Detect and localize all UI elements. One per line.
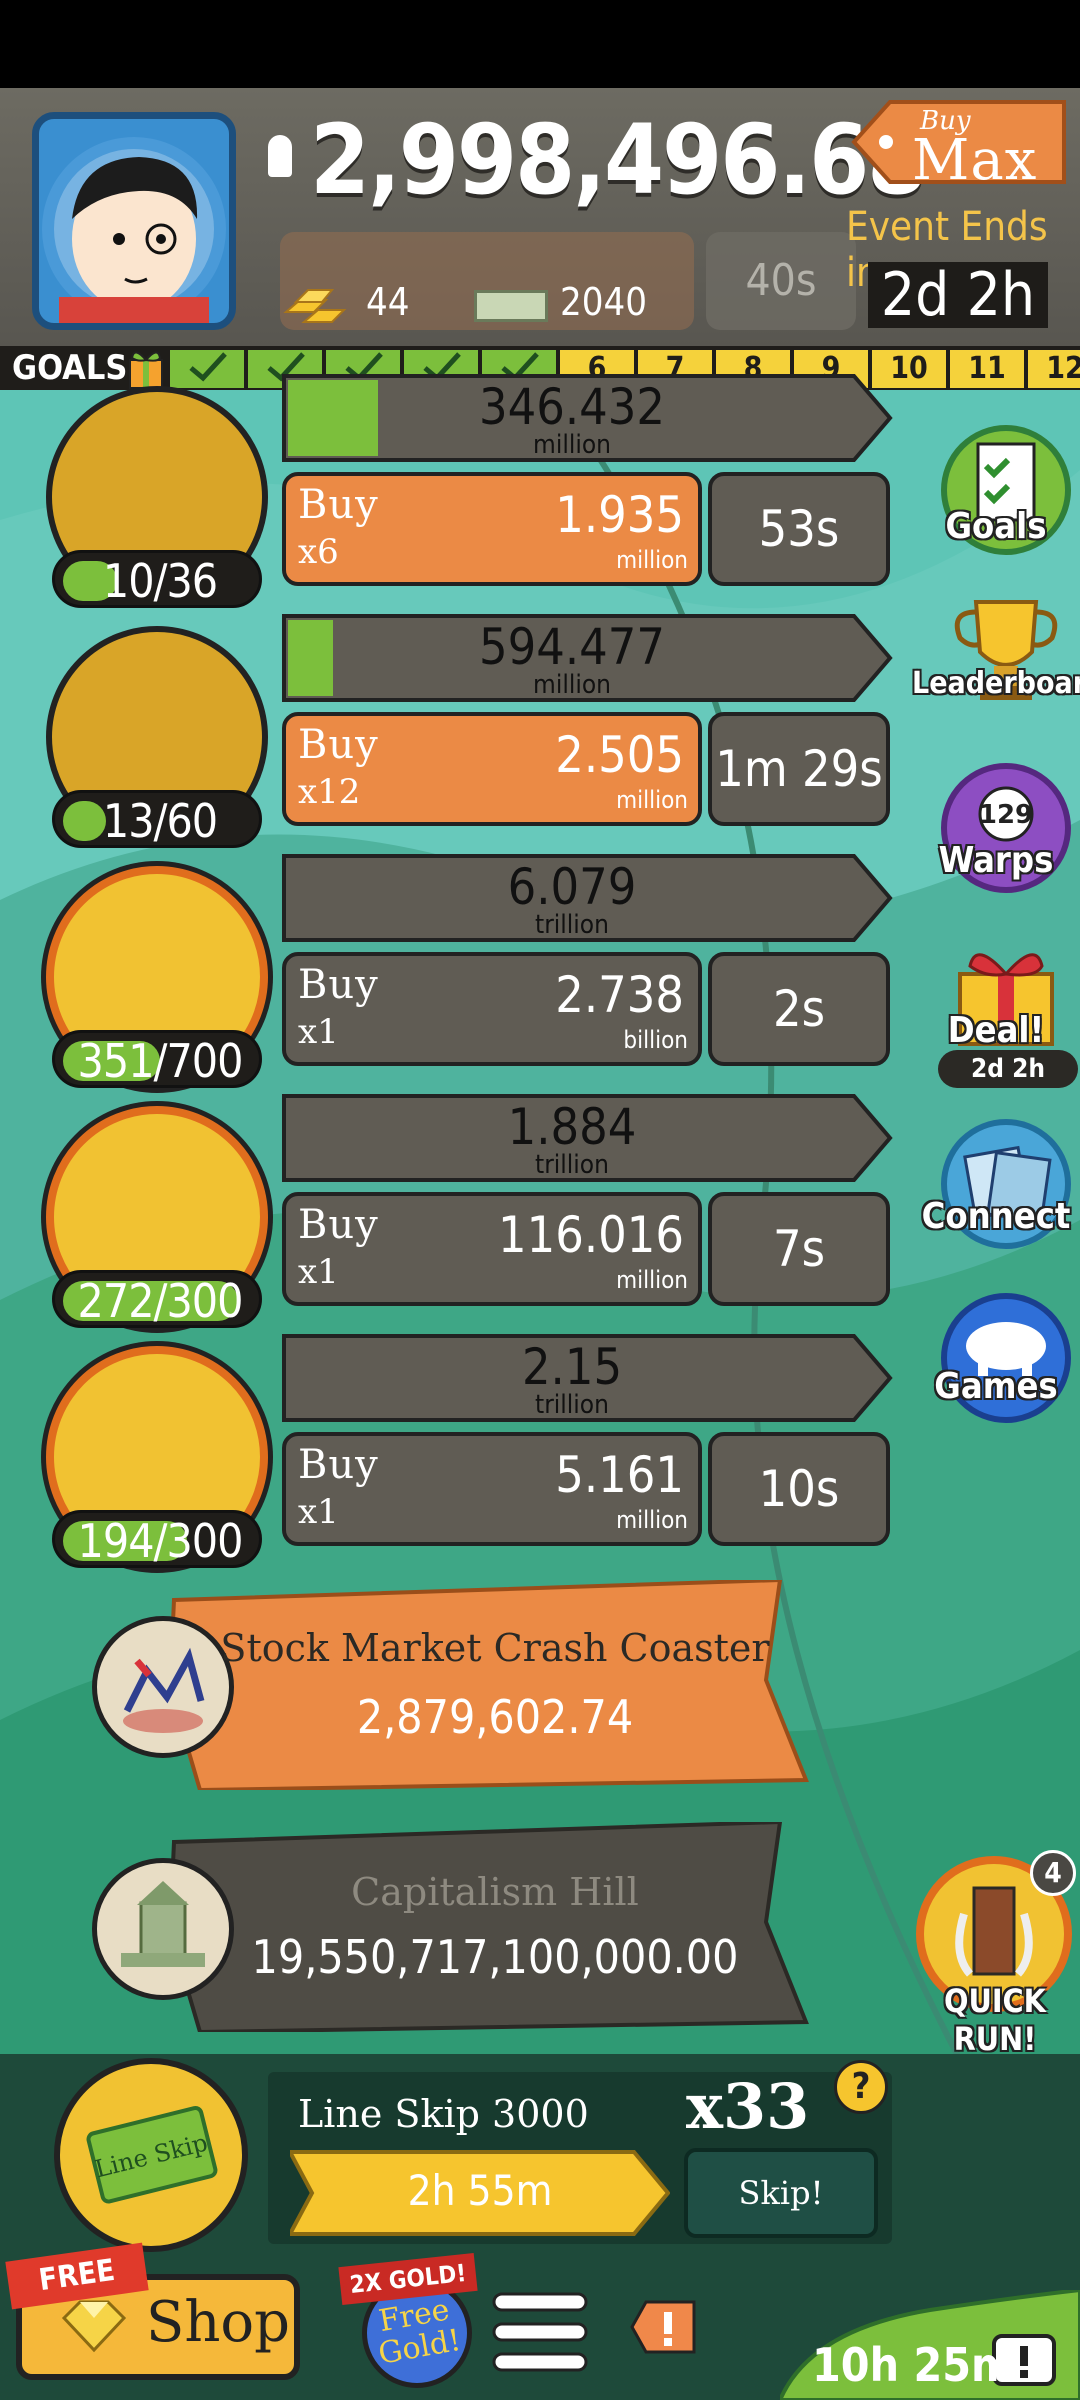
skip-button[interactable]: Skip!: [684, 2148, 878, 2238]
avatar-face-icon: [42, 137, 226, 323]
megabucks-icon: [474, 290, 548, 322]
side-leaderboard-label: Leaderboard: [912, 666, 1080, 701]
cycle-timer: 2s: [708, 952, 890, 1066]
line-skip-multiplier: x33: [686, 2070, 810, 2143]
side-warps-label: Warps: [938, 840, 1054, 881]
revenue-unit: trillion: [535, 1390, 609, 1420]
ghost-timer: 40s: [706, 232, 856, 330]
buy-cost: 5.161: [555, 1446, 684, 1504]
buy-cost-unit: million: [616, 1506, 688, 1534]
status-bar: [0, 0, 1080, 88]
cycle-timer: 53s: [708, 472, 890, 586]
revenue-value: 6.079: [507, 858, 637, 916]
planet-value-capitalism-hill: 19,550,717,100,000.00: [251, 1930, 739, 1984]
goals-label: GOALS: [12, 348, 128, 388]
buy-multiplier: x1: [298, 1252, 339, 1292]
buy-cost-unit: million: [616, 786, 688, 814]
buy-label: Buy: [298, 1202, 379, 1248]
buy-cost: 1.935: [555, 486, 684, 544]
planet-banner-stock-market[interactable]: [170, 1580, 810, 1790]
business-count-badge: 13/60: [52, 790, 262, 848]
planet-name-capitalism-hill: Capitalism Hill: [351, 1870, 639, 1914]
avatar[interactable]: [32, 112, 236, 330]
line-skip-timer: 2h 55m: [407, 2166, 553, 2215]
money-icon: [268, 135, 292, 177]
gold-count: 44: [366, 280, 410, 324]
planet-value-stock-market: 2,879,602.74: [356, 1690, 634, 1744]
cycle-timer: 7s: [708, 1192, 890, 1306]
buy-cost-unit: million: [616, 546, 688, 574]
side-deal-label: Deal!: [947, 1010, 1045, 1051]
capitalism-hill-planet-icon: [92, 1858, 234, 2000]
buy-label: Buy: [298, 722, 379, 768]
buy-multiplier: x12: [298, 772, 361, 812]
buy-multiplier: x6: [298, 532, 339, 572]
money-total: 2,998,496.68: [310, 104, 927, 216]
cycle-timer: 10s: [708, 1432, 890, 1546]
business-count-badge: 10/36: [52, 550, 262, 608]
games-icon[interactable]: [936, 1288, 1076, 1428]
business-count-badge: 351/700: [52, 1030, 262, 1088]
business-count-badge: 272/300: [52, 1270, 262, 1328]
alert-icon[interactable]: [630, 2298, 698, 2356]
revenue-value: 1.884: [507, 1098, 637, 1156]
coaster-planet-icon: [92, 1616, 234, 1758]
revenue-value: 2.15: [521, 1338, 623, 1396]
buy-button[interactable]: Buy x1 5.161 million: [282, 1432, 702, 1546]
business-count: 351/700: [77, 1034, 244, 1088]
buy-cost-unit: billion: [623, 1026, 688, 1054]
buy-label: Buy: [298, 962, 379, 1008]
buy-label: Buy: [298, 1442, 379, 1488]
buy-max-button[interactable]: Buy Max: [850, 94, 1072, 193]
buy-max-max-label: Max: [912, 128, 1038, 193]
buy-multiplier: x1: [298, 1492, 339, 1532]
buy-cost: 2.738: [555, 966, 684, 1024]
business-count: 10/36: [102, 554, 218, 608]
business-count: 272/300: [77, 1274, 244, 1328]
gold-gem-icon: [61, 2300, 127, 2353]
gold-bars-icon: [283, 289, 347, 323]
buy-button[interactable]: Buy x1 2.738 billion: [282, 952, 702, 1066]
buy-label: Buy: [298, 482, 379, 528]
buy-cost: 2.505: [555, 726, 684, 784]
buy-button[interactable]: Buy x12 2.505 million: [282, 712, 702, 826]
revenue-unit: million: [533, 430, 611, 460]
cycle-timer: 1m 29s: [708, 712, 890, 826]
business-count: 13/60: [102, 794, 218, 848]
goal-check-icon: [170, 350, 248, 388]
side-connect-label: Connect: [921, 1196, 1071, 1237]
side-games-label: Games: [934, 1366, 1058, 1407]
quick-run-badge: 4: [1030, 1850, 1076, 1896]
revenue-unit: trillion: [535, 1150, 609, 1180]
buy-button[interactable]: Buy x6 1.935 million: [282, 472, 702, 586]
business-count-badge: 194/300: [52, 1510, 262, 1568]
revenue-unit: trillion: [535, 910, 609, 940]
side-goals-label: Goals: [945, 506, 1047, 547]
revenue-unit: million: [533, 670, 611, 700]
shop-label: Shop: [146, 2290, 290, 2355]
buy-button[interactable]: Buy x1 116.016 million: [282, 1192, 702, 1306]
revenue-value: 594.477: [479, 618, 665, 676]
buy-cost-unit: million: [616, 1266, 688, 1294]
tv-ad-timer: 10h 25m: [812, 2338, 1015, 2392]
goal-number: 12: [1028, 350, 1080, 388]
megabucks-count: 2040: [560, 280, 647, 324]
planet-name-stock-market: Stock Market Crash Coaster: [220, 1626, 770, 1670]
deal-timer: 2d 2h: [938, 1050, 1078, 1088]
quick-run-label: QUICK RUN!: [944, 1982, 1046, 2058]
revenue-value: 346.432: [479, 378, 665, 436]
goal-number: 11: [950, 350, 1028, 388]
gift-icon: [129, 351, 163, 389]
line-skip-icon[interactable]: Line Skip: [54, 2058, 248, 2252]
menu-icon[interactable]: [492, 2288, 588, 2376]
trophy-icon[interactable]: [936, 582, 1076, 722]
line-skip-title: Line Skip 3000: [298, 2092, 589, 2136]
business-count: 194/300: [77, 1514, 244, 1568]
buy-cost: 116.016: [498, 1206, 684, 1264]
event-time: 2d 2h: [868, 262, 1048, 328]
buy-multiplier: x1: [298, 1012, 339, 1052]
line-skip-help-button[interactable]: ?: [834, 2060, 888, 2114]
planet-banner-capitalism-hill[interactable]: [170, 1822, 810, 2032]
warps-count: 129: [979, 800, 1033, 830]
